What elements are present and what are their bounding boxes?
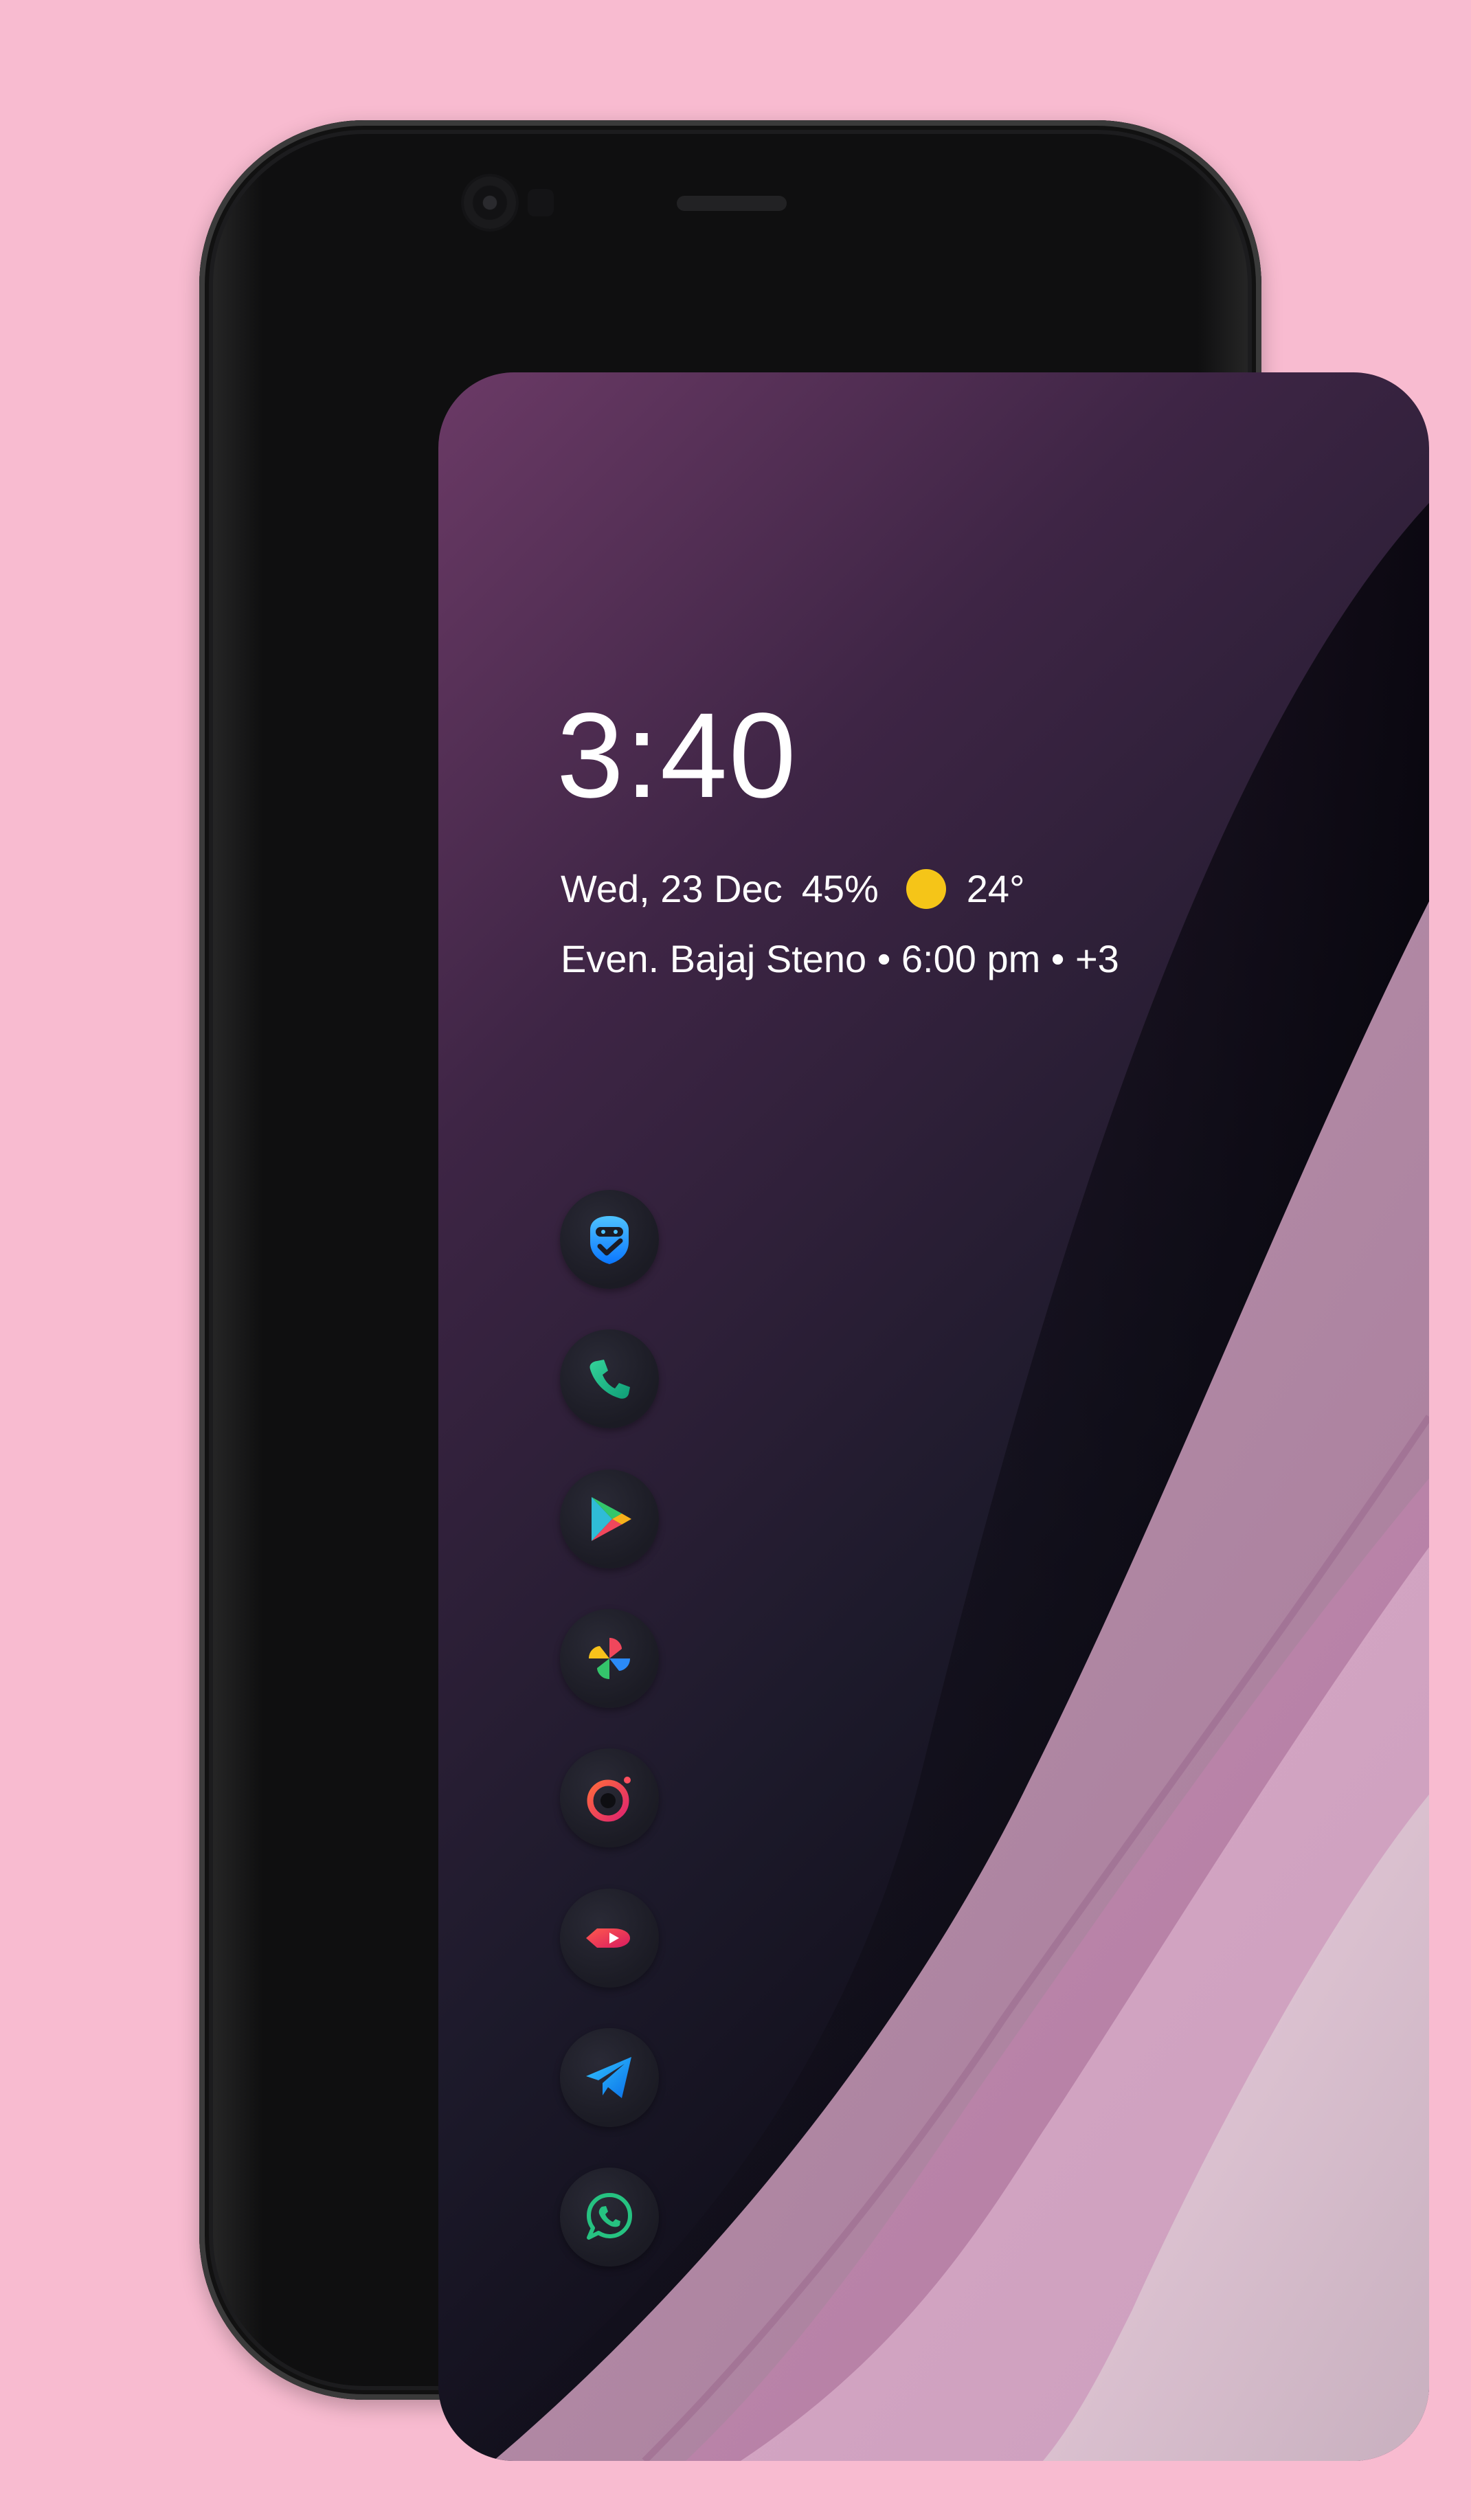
glance-row-event[interactable]: Even. Bajaj Steno • 6:00 pm • +3	[561, 937, 1119, 978]
phone-app-icon[interactable]	[560, 1329, 659, 1428]
photos-app-icon[interactable]	[560, 1609, 659, 1708]
temperature-text: 24°	[966, 867, 1025, 911]
play-store-icon	[592, 1497, 631, 1541]
front-camera	[464, 177, 516, 229]
clock-time[interactable]: 3:40	[557, 695, 798, 816]
phone-icon	[589, 1360, 630, 1399]
guardian-icon	[590, 1216, 629, 1264]
whatsapp-icon	[587, 2193, 632, 2240]
paper-plane-icon	[586, 2057, 631, 2098]
video-app-icon[interactable]	[560, 1889, 659, 1988]
sun-icon	[906, 869, 946, 910]
date-text: Wed, 23 Dec	[561, 867, 783, 911]
camera-app-icon[interactable]	[560, 1748, 659, 1847]
play-store-app-icon[interactable]	[560, 1470, 659, 1568]
phone-frame: 3:40 Wed, 23 Dec 45% 24° Even. Bajaj Steno…	[199, 120, 1429, 2461]
glance-row-date-weather[interactable]: Wed, 23 Dec 45% 24°	[561, 867, 1025, 911]
event-text: Even. Bajaj Steno • 6:00 pm • +3	[561, 937, 1119, 981]
telegram-app-icon[interactable]	[560, 2028, 659, 2127]
lock-screen[interactable]: 3:40 Wed, 23 Dec 45% 24° Even. Bajaj Steno…	[438, 372, 1429, 2461]
earpiece-speaker	[677, 196, 787, 211]
pinwheel-icon	[589, 1638, 630, 1679]
camera-lens-icon	[587, 1777, 631, 1822]
whatsapp-app-icon[interactable]	[560, 2168, 659, 2266]
guardian-app-icon[interactable]	[560, 1190, 659, 1289]
battery-text: 45%	[801, 867, 879, 911]
video-play-icon	[586, 1928, 630, 1948]
proximity-sensor	[528, 189, 554, 216]
